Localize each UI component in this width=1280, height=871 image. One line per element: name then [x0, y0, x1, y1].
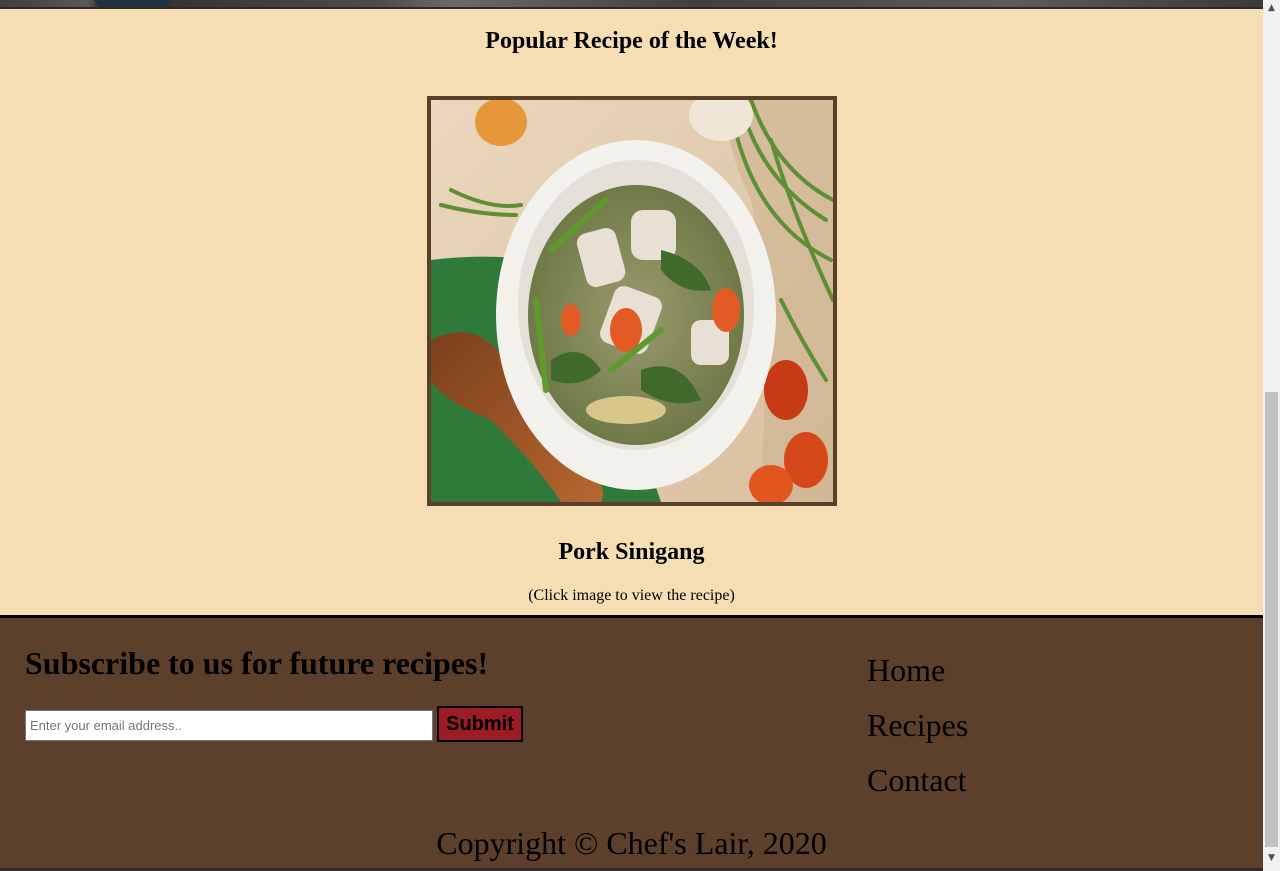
submit-button[interactable]: Submit: [437, 706, 523, 742]
vertical-scrollbar[interactable]: ▲ ▼: [1263, 0, 1280, 871]
footer-nav-recipes[interactable]: Recipes: [867, 698, 968, 753]
footer-nav-home[interactable]: Home: [867, 643, 968, 698]
subscribe-title: Subscribe to us for future recipes!: [25, 645, 489, 681]
recipe-hint: (Click image to view the recipe): [528, 587, 735, 604]
scroll-down-arrow-icon[interactable]: ▼: [1263, 850, 1280, 867]
recipe-image-link[interactable]: [427, 96, 837, 506]
copyright-text: Copyright © Chef's Lair, 2020: [436, 825, 827, 861]
scrollbar-thumb[interactable]: [1265, 392, 1278, 847]
featured-recipe-section: Popular Recipe of the Week! Pork Sinigan…: [0, 9, 1263, 615]
footer-nav: Home Recipes Contact: [867, 643, 968, 808]
recipe-name: Pork Sinigang: [558, 539, 705, 565]
footer-nav-contact[interactable]: Contact: [867, 753, 968, 808]
header-decoration: [95, 0, 170, 7]
section-title: Popular Recipe of the Week!: [485, 28, 778, 54]
soup-bowl-photo: [431, 100, 833, 502]
email-input[interactable]: [25, 710, 433, 741]
header-image-strip: [0, 0, 1263, 9]
scroll-up-arrow-icon[interactable]: ▲: [1263, 0, 1280, 17]
footer: Subscribe to us for future recipes! Subm…: [0, 615, 1263, 868]
